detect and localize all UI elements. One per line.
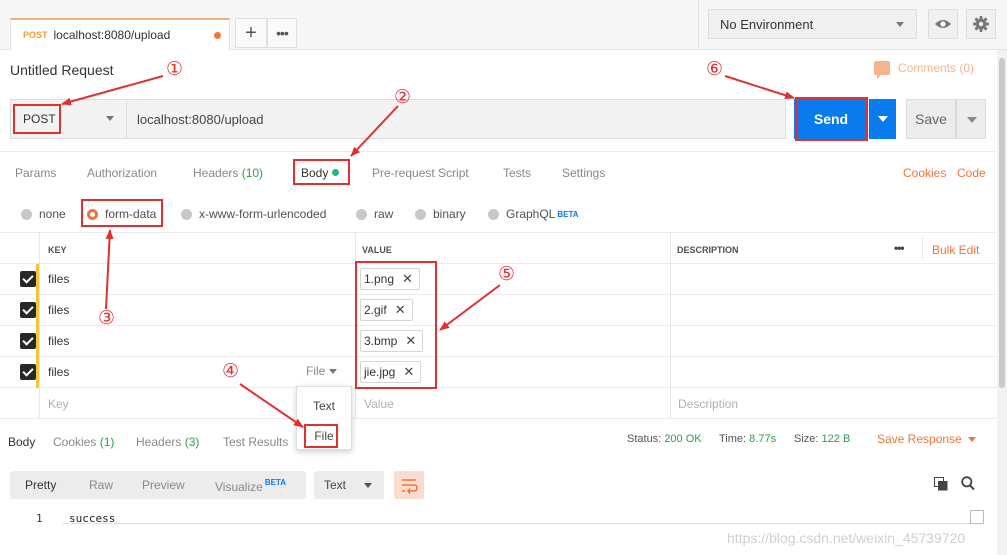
arrow-5 — [439, 284, 501, 331]
annotation-arrows — [61, 75, 795, 428]
arrow-2 — [350, 105, 399, 157]
arrow-4 — [239, 383, 304, 428]
arrow-1 — [61, 75, 164, 106]
arrow-3 — [105, 229, 114, 310]
arrow-6 — [724, 75, 795, 100]
